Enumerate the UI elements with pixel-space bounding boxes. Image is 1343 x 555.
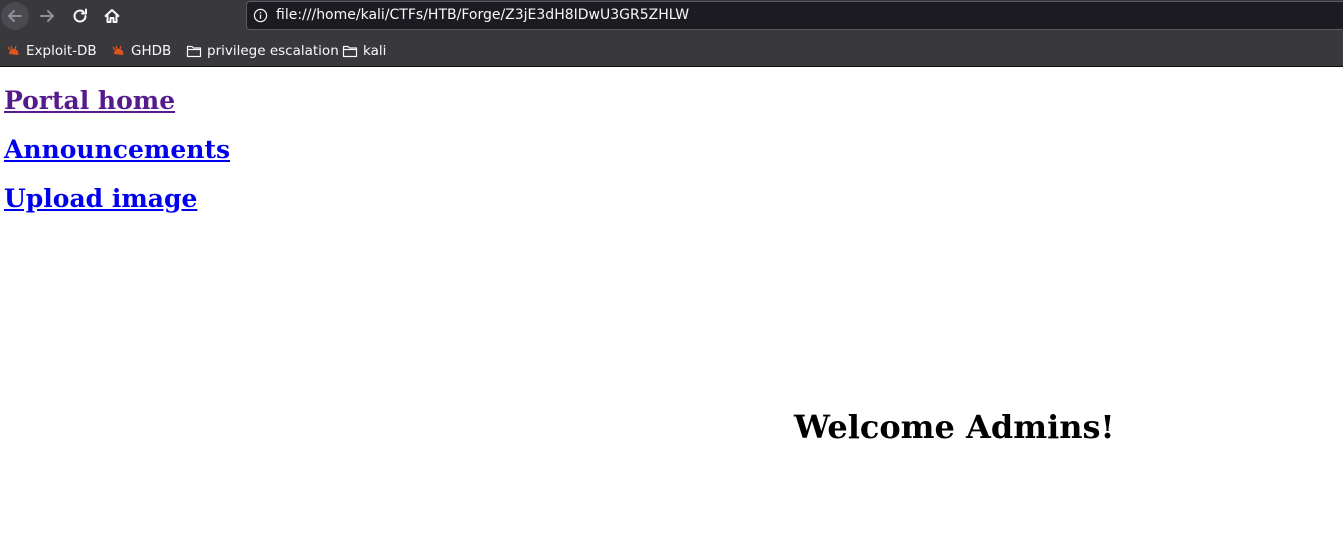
bookmark-label: kali [363, 43, 387, 59]
upload-image-link[interactable]: Upload image [4, 184, 197, 214]
bookmark-ghdb[interactable]: GHDB [112, 42, 171, 60]
folder-icon [186, 45, 202, 58]
forward-button[interactable] [33, 2, 61, 30]
browser-chrome: file:///home/kali/CTFs/HTB/Forge/Z3jE3dH… [0, 0, 1343, 67]
bookmark-label: Exploit-DB [26, 43, 97, 59]
portal-home-link[interactable]: Portal home [4, 86, 175, 116]
folder-icon [342, 45, 358, 58]
arrow-left-icon [8, 10, 22, 22]
bookmark-folder-kali[interactable]: kali [342, 42, 386, 60]
info-icon[interactable] [253, 8, 268, 23]
welcome-heading: Welcome Admins! [794, 408, 1115, 446]
home-button[interactable] [98, 2, 126, 30]
arrow-right-icon [40, 10, 54, 22]
ghdb-icon [112, 45, 124, 55]
reload-icon [73, 8, 87, 23]
bookmark-label: privilege escalation [207, 43, 339, 59]
reload-button[interactable] [66, 2, 94, 30]
url-bar[interactable]: file:///home/kali/CTFs/HTB/Forge/Z3jE3dH… [246, 1, 1343, 30]
page-content: Portal home Announcements Upload image W… [0, 67, 1343, 555]
home-icon [104, 9, 120, 23]
announcements-link[interactable]: Announcements [4, 135, 230, 165]
exploitdb-icon [7, 45, 19, 55]
bookmarks-toolbar: Exploit-DB GHDB privilege escalation kal… [0, 36, 1343, 66]
bookmark-folder-privilege-escalation[interactable]: privilege escalation [186, 42, 339, 60]
back-button[interactable] [1, 2, 29, 30]
browser-toolbar: file:///home/kali/CTFs/HTB/Forge/Z3jE3dH… [0, 0, 1343, 32]
bookmark-label: GHDB [131, 43, 172, 59]
bookmark-exploit-db[interactable]: Exploit-DB [7, 42, 97, 60]
url-text[interactable]: file:///home/kali/CTFs/HTB/Forge/Z3jE3dH… [276, 7, 689, 23]
